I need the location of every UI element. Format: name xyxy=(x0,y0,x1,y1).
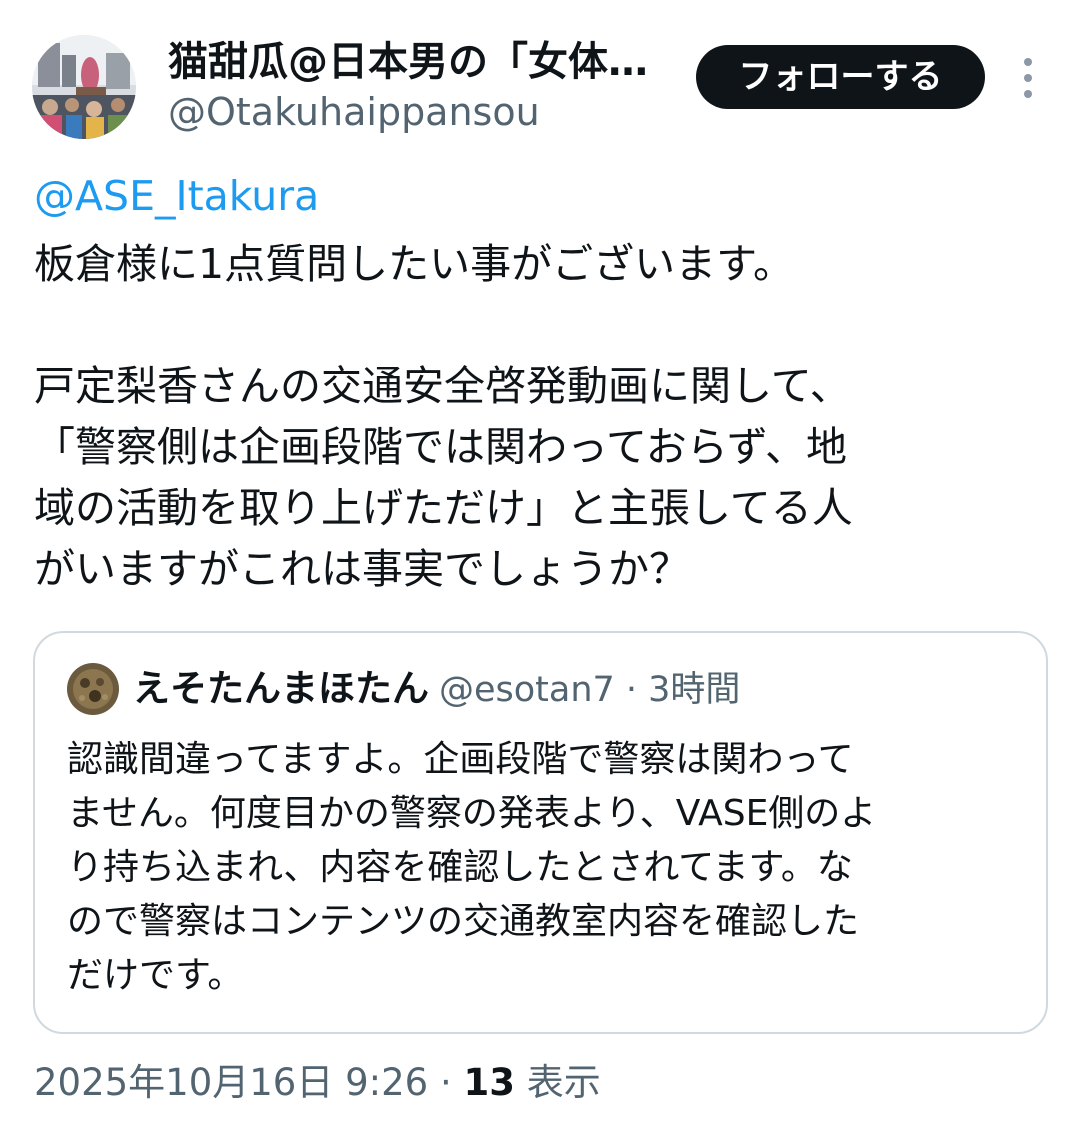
quoted-text-line: ので警察はコンテンツの交通教室内容を確認した xyxy=(67,901,860,942)
tweet-footer: 2025年10月16日 9:26 · 13 表示 xyxy=(34,1058,601,1108)
quoted-author-handle: @esotan7 xyxy=(439,670,615,710)
quoted-tweet-card[interactable]: えそたんまほたん @esotan7 · 3時間 認識間違ってますよ。企画段階で警察… xyxy=(33,631,1048,1034)
quoted-avatar-photo xyxy=(67,663,119,715)
quoted-author-avatar xyxy=(67,663,119,715)
tweet-timestamp[interactable]: 2025年10月16日 9:26 xyxy=(34,1061,428,1104)
views-label: 表示 xyxy=(526,1061,601,1104)
views-count: 13 xyxy=(463,1061,515,1104)
tweet-text-line: 域の活動を取り上げただけ」と主張してる人 xyxy=(34,484,853,532)
quoted-tweet-header: えそたんまほたん @esotan7 · 3時間 xyxy=(133,661,740,724)
author-avatar[interactable] xyxy=(32,35,136,139)
quoted-tweet-text: 認識間違ってますよ。企画段階で警察は関わって ません。何度目かの警察の発表より、… xyxy=(67,733,1027,1003)
quoted-tweet-time: 3時間 xyxy=(648,670,741,710)
quoted-text-line: 認識間違ってますよ。企画段階で警察は関わって xyxy=(67,739,854,780)
more-vertical-icon[interactable] xyxy=(1008,56,1048,100)
author-handle[interactable]: @Otakuhaippansou xyxy=(168,88,540,136)
footer-separator: · xyxy=(439,1061,452,1104)
tweet-text-line: 戸定梨香さんの交通安全啓発動画に関して、 xyxy=(34,362,851,410)
tweet-card: 猫甜瓜@日本男の「女体… @Otakuhaippansou フォローする @AS… xyxy=(0,0,1080,1127)
quoted-text-line: ません。何度目かの警察の発表より、VASE側のよ xyxy=(67,793,877,834)
reply-mention-link[interactable]: @ASE_Itakura xyxy=(34,168,319,224)
more-dot xyxy=(1024,74,1032,82)
quoted-text-line: だけです。 xyxy=(67,955,244,996)
tweet-text: 板倉様に1点質問したい事がございます。 戸定梨香さんの交通安全啓発動画に関して、… xyxy=(34,234,1044,600)
quoted-text-line: り持ち込まれ、内容を確認したとされてます。な xyxy=(67,847,853,888)
tweet-text-line: がいますがこれは事実でしょうか？ xyxy=(34,545,690,593)
tweet-text-line: 「警察側は企画段階では関わっておらず、地 xyxy=(34,423,848,471)
more-dot xyxy=(1024,90,1032,98)
tweet-text-line: 板倉様に1点質問したい事がございます。 xyxy=(34,240,794,288)
avatar-photo xyxy=(32,35,136,139)
more-dot xyxy=(1024,58,1032,66)
meta-separator: · xyxy=(625,670,638,710)
author-display-name[interactable]: 猫甜瓜@日本男の「女体… xyxy=(168,36,668,88)
quoted-author-name: えそたんまほたん xyxy=(133,667,429,710)
follow-button[interactable]: フォローする xyxy=(696,45,985,109)
